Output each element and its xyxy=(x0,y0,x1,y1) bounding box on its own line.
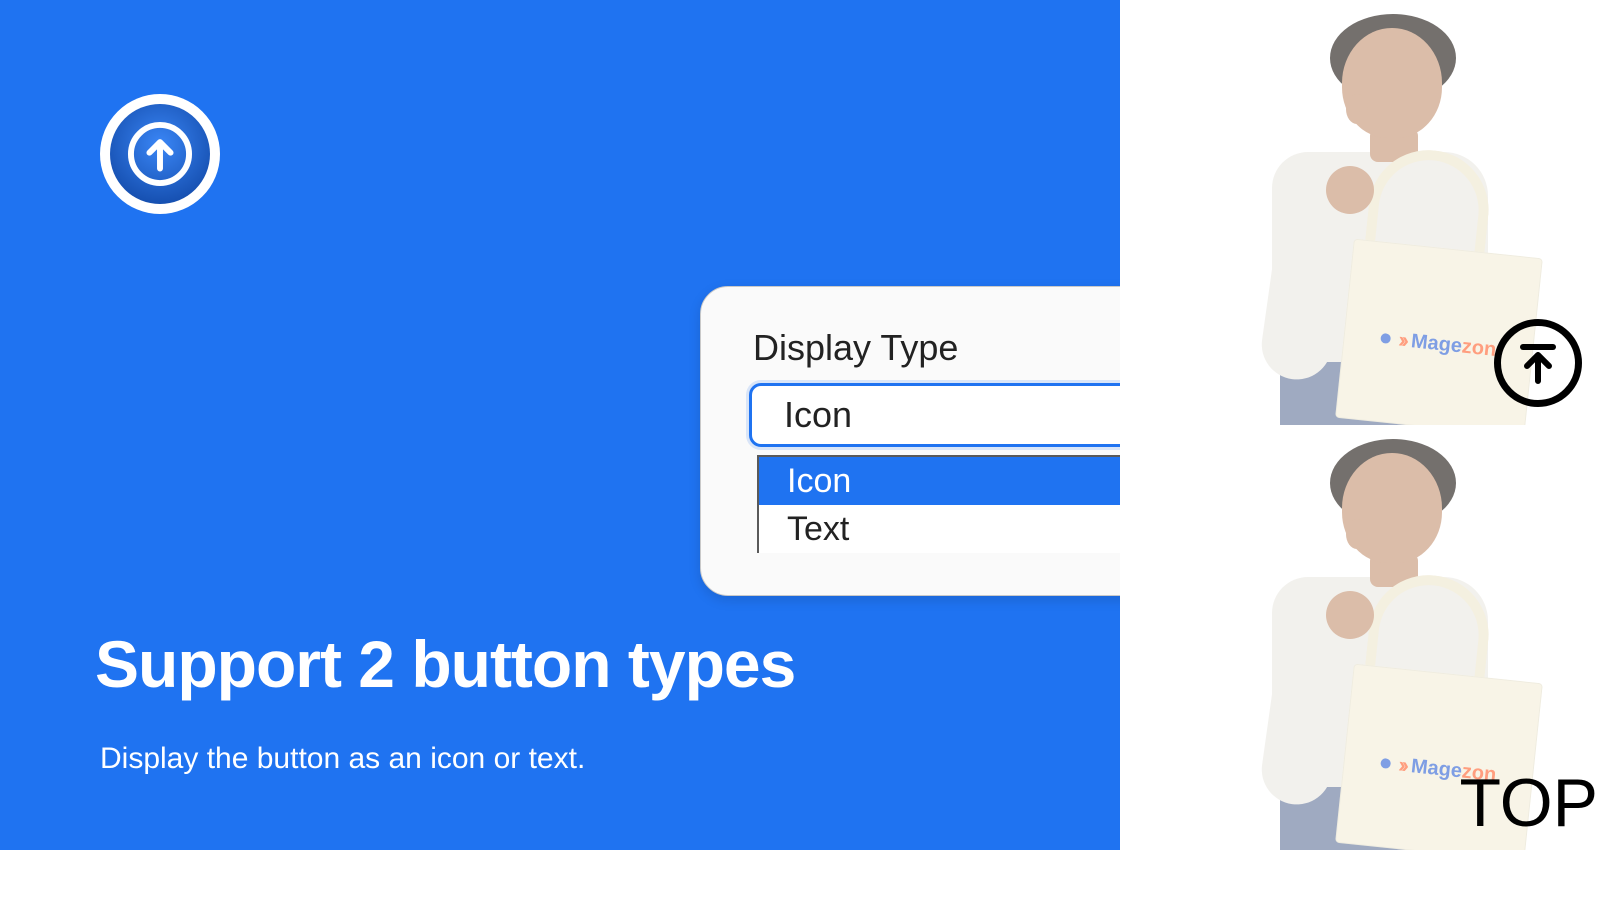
scroll-to-top-text-button[interactable]: TOP xyxy=(1459,764,1598,842)
display-type-selected-value: Icon xyxy=(784,394,852,436)
scroll-to-top-icon-button[interactable] xyxy=(1494,319,1582,407)
display-type-label: Display Type xyxy=(753,327,958,369)
dropdown-option-text[interactable]: Text xyxy=(759,505,1120,553)
display-type-select[interactable]: Icon xyxy=(749,383,1120,447)
hero-clip: Display Type Icon Icon Text xyxy=(0,0,1120,850)
promo-slide: Display Type Icon Icon Text Support 2 bu… xyxy=(0,0,1600,900)
hero-title: Support 2 button types xyxy=(95,630,795,699)
arrow-up-bar-icon xyxy=(1513,338,1563,388)
display-type-card: Display Type Icon Icon Text xyxy=(700,286,1120,596)
hero-subtitle: Display the button as an icon or text. xyxy=(100,742,585,776)
preview-text-variant: ›› Magezon TOP xyxy=(1120,425,1600,850)
bag-brand-logo: ›› Magezon xyxy=(1379,325,1497,363)
hero-panel: Display Type Icon Icon Text Support 2 bu… xyxy=(0,0,1120,850)
display-type-dropdown: Icon Text xyxy=(757,455,1120,553)
dropdown-option-icon[interactable]: Icon xyxy=(759,457,1120,505)
preview-icon-variant: ›› Magezon xyxy=(1120,0,1600,425)
model-figure: ›› Magezon xyxy=(1170,20,1550,420)
